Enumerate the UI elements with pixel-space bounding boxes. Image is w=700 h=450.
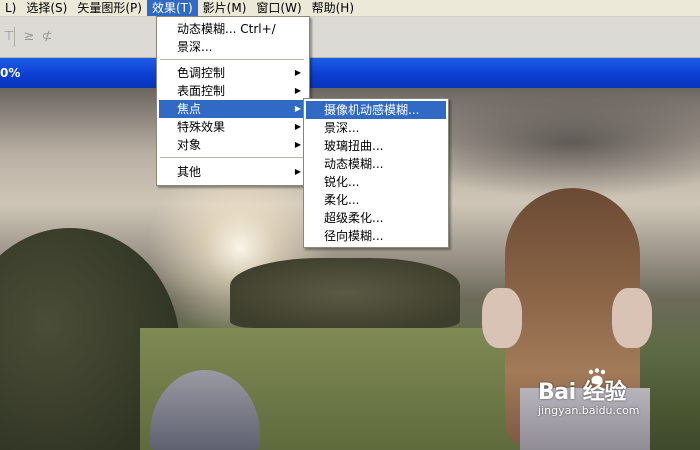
effects-depth-of-field[interactable]: 景深...	[159, 38, 309, 56]
effects-surface-control-label: 表面控制	[177, 84, 226, 98]
menu-separator	[160, 59, 304, 60]
effects-motion-blur[interactable]: 动态模糊... Ctrl+/	[159, 20, 309, 38]
toolbar-divider	[14, 27, 15, 47]
effects-focus-label: 焦点	[177, 102, 202, 116]
effects-tone-control[interactable]: 色调控制 ▶	[159, 64, 309, 82]
effects-objects[interactable]: 对象 ▶	[159, 136, 309, 154]
menu-select[interactable]: 选择(S)	[21, 0, 72, 16]
photo-trees	[230, 258, 460, 328]
focus-radial-blur[interactable]: 径向模糊...	[306, 227, 446, 245]
baidu-watermark: Bai 经验 jingyan.baidu.com	[538, 368, 688, 417]
focus-camera-motion-blur[interactable]: 摄像机动感模糊...	[306, 101, 446, 119]
effects-focus[interactable]: 焦点 ▶	[159, 100, 309, 118]
document-titlebar: 0%	[0, 58, 700, 88]
focus-submenu: 摄像机动感模糊... 景深... 玻璃扭曲... 动态模糊... 锐化... 柔…	[303, 98, 449, 248]
focus-super-soften[interactable]: 超级柔化...	[306, 209, 446, 227]
tool-a-icon[interactable]: ⊤	[0, 29, 18, 45]
effects-other-label: 其他	[177, 165, 202, 179]
focus-glass-distortion[interactable]: 玻璃扭曲...	[306, 137, 446, 155]
menu-file-partial[interactable]: L)	[0, 0, 21, 16]
submenu-arrow-icon: ▶	[294, 68, 301, 77]
watermark-logo: Bai 经验	[538, 380, 626, 405]
menu-movie[interactable]: 影片(M)	[198, 0, 252, 16]
focus-soften[interactable]: 柔化...	[306, 191, 446, 209]
focus-depth-of-field[interactable]: 景深...	[306, 119, 446, 137]
tool-b-icon[interactable]: ≥	[20, 29, 38, 45]
tool-c-icon[interactable]: ⊄	[38, 29, 56, 45]
menu-help[interactable]: 帮助(H)	[307, 0, 359, 16]
effects-other[interactable]: 其他 ▶	[159, 163, 309, 181]
document-title: 0%	[0, 66, 21, 80]
effects-special[interactable]: 特殊效果 ▶	[159, 118, 309, 136]
menu-effects[interactable]: 效果(T)	[146, 0, 198, 16]
menu-separator	[160, 157, 304, 158]
effects-surface-control[interactable]: 表面控制 ▶	[159, 82, 309, 100]
submenu-arrow-icon: ▶	[294, 104, 301, 113]
submenu-arrow-icon: ▶	[294, 140, 301, 149]
effects-special-label: 特殊效果	[177, 120, 226, 134]
menu-bar: L) 选择(S) 矢量图形(P) 效果(T) 影片(M) 窗口(W) 帮助(H)	[0, 0, 700, 17]
toolbar: ⊤ ≥ ⊄	[0, 17, 700, 58]
effects-tone-control-label: 色调控制	[177, 66, 226, 80]
watermark-url: jingyan.baidu.com	[538, 404, 640, 417]
submenu-arrow-icon: ▶	[294, 122, 301, 131]
focus-sharpen[interactable]: 锐化...	[306, 173, 446, 191]
paw-icon	[588, 368, 606, 385]
menu-window[interactable]: 窗口(W)	[251, 0, 306, 16]
photo-woman-hand-left	[482, 288, 522, 348]
photo-woman-hand-right	[612, 288, 652, 348]
effects-objects-label: 对象	[177, 138, 202, 152]
submenu-arrow-icon: ▶	[294, 86, 301, 95]
submenu-arrow-icon: ▶	[294, 167, 301, 176]
menu-vector-graphics[interactable]: 矢量图形(P)	[72, 0, 147, 16]
effects-menu: 动态模糊... Ctrl+/ 景深... 色调控制 ▶ 表面控制 ▶ 焦点 ▶ …	[156, 16, 310, 186]
focus-motion-blur[interactable]: 动态模糊...	[306, 155, 446, 173]
